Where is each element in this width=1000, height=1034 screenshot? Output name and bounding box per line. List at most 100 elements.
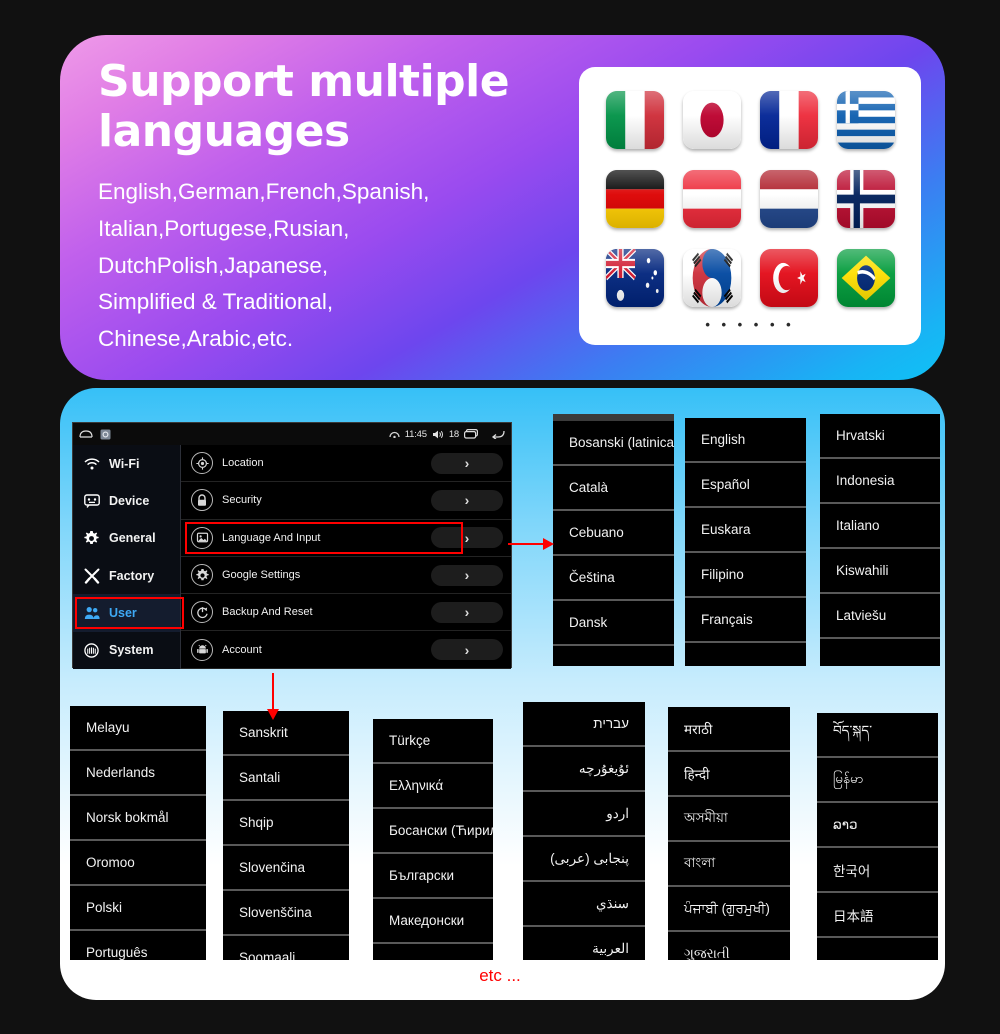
subtitle-line: DutchPolish,Japanese,: [98, 252, 329, 278]
gear-icon: [83, 530, 100, 546]
lang-item[interactable]: [820, 639, 940, 666]
lang-item[interactable]: Filipino: [685, 553, 806, 598]
lang-column-1[interactable]: Bosanski (latinica) Català Cebuano Češti…: [553, 414, 674, 666]
lang-item[interactable]: [685, 643, 806, 666]
lang-item[interactable]: Norsk bokmål: [70, 796, 206, 841]
settings-row-account[interactable]: Account ›: [181, 631, 511, 669]
lang-item[interactable]: Cebuano: [553, 511, 674, 556]
flag-cell: [828, 162, 903, 237]
sidebar-item-device[interactable]: Device: [73, 482, 180, 519]
lang-item[interactable]: मराठी: [668, 707, 790, 752]
lang-item[interactable]: Français: [685, 598, 806, 643]
flag-germany-icon: [605, 169, 664, 228]
lang-item[interactable]: Indonesia: [820, 459, 940, 504]
scroll-indicator[interactable]: [553, 414, 674, 421]
lang-item[interactable]: Português: [70, 931, 206, 960]
lang-item[interactable]: Türkçe: [373, 719, 493, 764]
lock-icon: [191, 489, 213, 512]
lang-item[interactable]: Dansk: [553, 601, 674, 646]
lang-column-2[interactable]: English Español Euskara Filipino Françai…: [685, 418, 806, 666]
home-icon[interactable]: [79, 429, 93, 439]
lang-item[interactable]: 日本語: [817, 893, 938, 938]
lang-column-3[interactable]: Hrvatski Indonesia Italiano Kiswahili La…: [820, 414, 940, 666]
lang-item[interactable]: Euskara: [685, 508, 806, 553]
lang-item[interactable]: Čeština: [553, 556, 674, 601]
lang-item[interactable]: Soomaali: [223, 936, 349, 960]
settings-row-location[interactable]: Location ›: [181, 445, 511, 483]
sidebar-item-system[interactable]: System: [73, 632, 180, 669]
lang-item[interactable]: Nederlands: [70, 751, 206, 796]
lang-item[interactable]: ਪੰਜਾਬੀ (ਗੁਰਮੁਖੀ): [668, 887, 790, 932]
flag-cell: [828, 240, 903, 315]
lang-item[interactable]: 한국어: [817, 848, 938, 893]
lang-item[interactable]: Oromoo: [70, 841, 206, 886]
lang-item[interactable]: ئۇيغۇرچە: [523, 747, 645, 792]
lang-item[interactable]: Kiswahili: [820, 549, 940, 594]
chevron-right-icon[interactable]: ›: [431, 639, 503, 661]
lang-column-9[interactable]: བོད་སྐད་ မြန်မာ ລາວ 한국어 日本語: [817, 713, 938, 960]
lang-item[interactable]: اردو: [523, 792, 645, 837]
settings-row-backup-and-reset[interactable]: Backup And Reset ›: [181, 594, 511, 632]
lang-column-8[interactable]: मराठी हिन्दी অসমীয়া বাংলা ਪੰਜਾਬੀ (ਗੁਰਮੁ…: [668, 707, 790, 960]
subtitle-line: Chinese,Arabic,etc.: [98, 326, 294, 352]
lang-item[interactable]: Slovenčina: [223, 846, 349, 891]
lang-item[interactable]: Santali: [223, 756, 349, 801]
flag-more-dots: • • • • • •: [705, 317, 795, 332]
lang-item[interactable]: Slovenščina: [223, 891, 349, 936]
lang-item[interactable]: ગુજરાતી: [668, 932, 790, 961]
lang-item[interactable]: العربية: [523, 927, 645, 960]
android-settings-screenshot: 11:45 18 Wi-Fi Device General Factory Us…: [72, 422, 512, 669]
lang-item[interactable]: བོད་སྐད་: [817, 713, 938, 758]
lang-item[interactable]: हिन्दी: [668, 752, 790, 797]
lang-item[interactable]: Italiano: [820, 504, 940, 549]
lang-item[interactable]: မြန်မာ: [817, 758, 938, 803]
lang-item[interactable]: English: [685, 418, 806, 463]
sidebar-item-general[interactable]: General: [73, 520, 180, 557]
settings-row-language-and-input[interactable]: Language And Input ›: [181, 520, 511, 557]
lang-item[interactable]: [553, 646, 674, 666]
flag-cell: [674, 162, 749, 237]
lang-column-4[interactable]: Melayu Nederlands Norsk bokmål Oromoo Po…: [70, 706, 206, 960]
lang-item[interactable]: [373, 944, 493, 960]
recents-icon[interactable]: [464, 429, 478, 439]
chevron-right-icon[interactable]: ›: [431, 452, 503, 474]
lang-item[interactable]: [817, 938, 938, 960]
lang-item[interactable]: Polski: [70, 886, 206, 931]
lang-item[interactable]: Shqip: [223, 801, 349, 846]
hero-banner: Support multiple languages English,Germa…: [60, 35, 945, 380]
lang-item[interactable]: Bosanski (latinica): [553, 421, 674, 466]
lang-item[interactable]: Español: [685, 463, 806, 508]
settings-icon[interactable]: [100, 429, 111, 440]
flag-cell: [674, 240, 749, 315]
flag-cell: [828, 83, 903, 158]
chevron-right-icon[interactable]: ›: [431, 564, 503, 586]
back-icon[interactable]: [491, 429, 505, 439]
lang-column-5[interactable]: Sanskrit Santali Shqip Slovenčina Sloven…: [223, 711, 349, 960]
lang-item[interactable]: Sanskrit: [223, 711, 349, 756]
chevron-right-icon[interactable]: ›: [431, 527, 503, 549]
chevron-right-icon[interactable]: ›: [431, 489, 503, 511]
lang-item[interactable]: অসমীয়া: [668, 797, 790, 842]
settings-row-google-settings[interactable]: Google Settings ›: [181, 557, 511, 595]
sidebar-item-user[interactable]: User: [73, 594, 184, 632]
lang-item[interactable]: Босански (Ћирилица): [373, 809, 493, 854]
lang-column-6[interactable]: Türkçe Ελληνικά Босански (Ћирилица) Бълг…: [373, 719, 493, 960]
lang-item[interactable]: Català: [553, 466, 674, 511]
lang-column-7[interactable]: עברית ئۇيغۇرچە اردو پنجابی (عربی) سنڌي ا…: [523, 702, 645, 960]
lang-item[interactable]: Melayu: [70, 706, 206, 751]
lang-item[interactable]: پنجابی (عربی): [523, 837, 645, 882]
lang-item[interactable]: বাংলা: [668, 842, 790, 887]
sidebar-item-wifi[interactable]: Wi-Fi: [73, 445, 180, 482]
lang-item[interactable]: ລາວ: [817, 803, 938, 848]
lang-item[interactable]: Македонски: [373, 899, 493, 944]
device-body: Wi-Fi Device General Factory User System…: [73, 445, 511, 669]
chevron-right-icon[interactable]: ›: [431, 601, 503, 623]
lang-item[interactable]: سنڌي: [523, 882, 645, 927]
lang-item[interactable]: Български: [373, 854, 493, 899]
lang-item[interactable]: Ελληνικά: [373, 764, 493, 809]
sidebar-item-factory[interactable]: Factory: [73, 557, 180, 594]
lang-item[interactable]: Hrvatski: [820, 414, 940, 459]
lang-item[interactable]: Latviešu: [820, 594, 940, 639]
lang-item[interactable]: עברית: [523, 702, 645, 747]
settings-row-security[interactable]: Security ›: [181, 482, 511, 520]
